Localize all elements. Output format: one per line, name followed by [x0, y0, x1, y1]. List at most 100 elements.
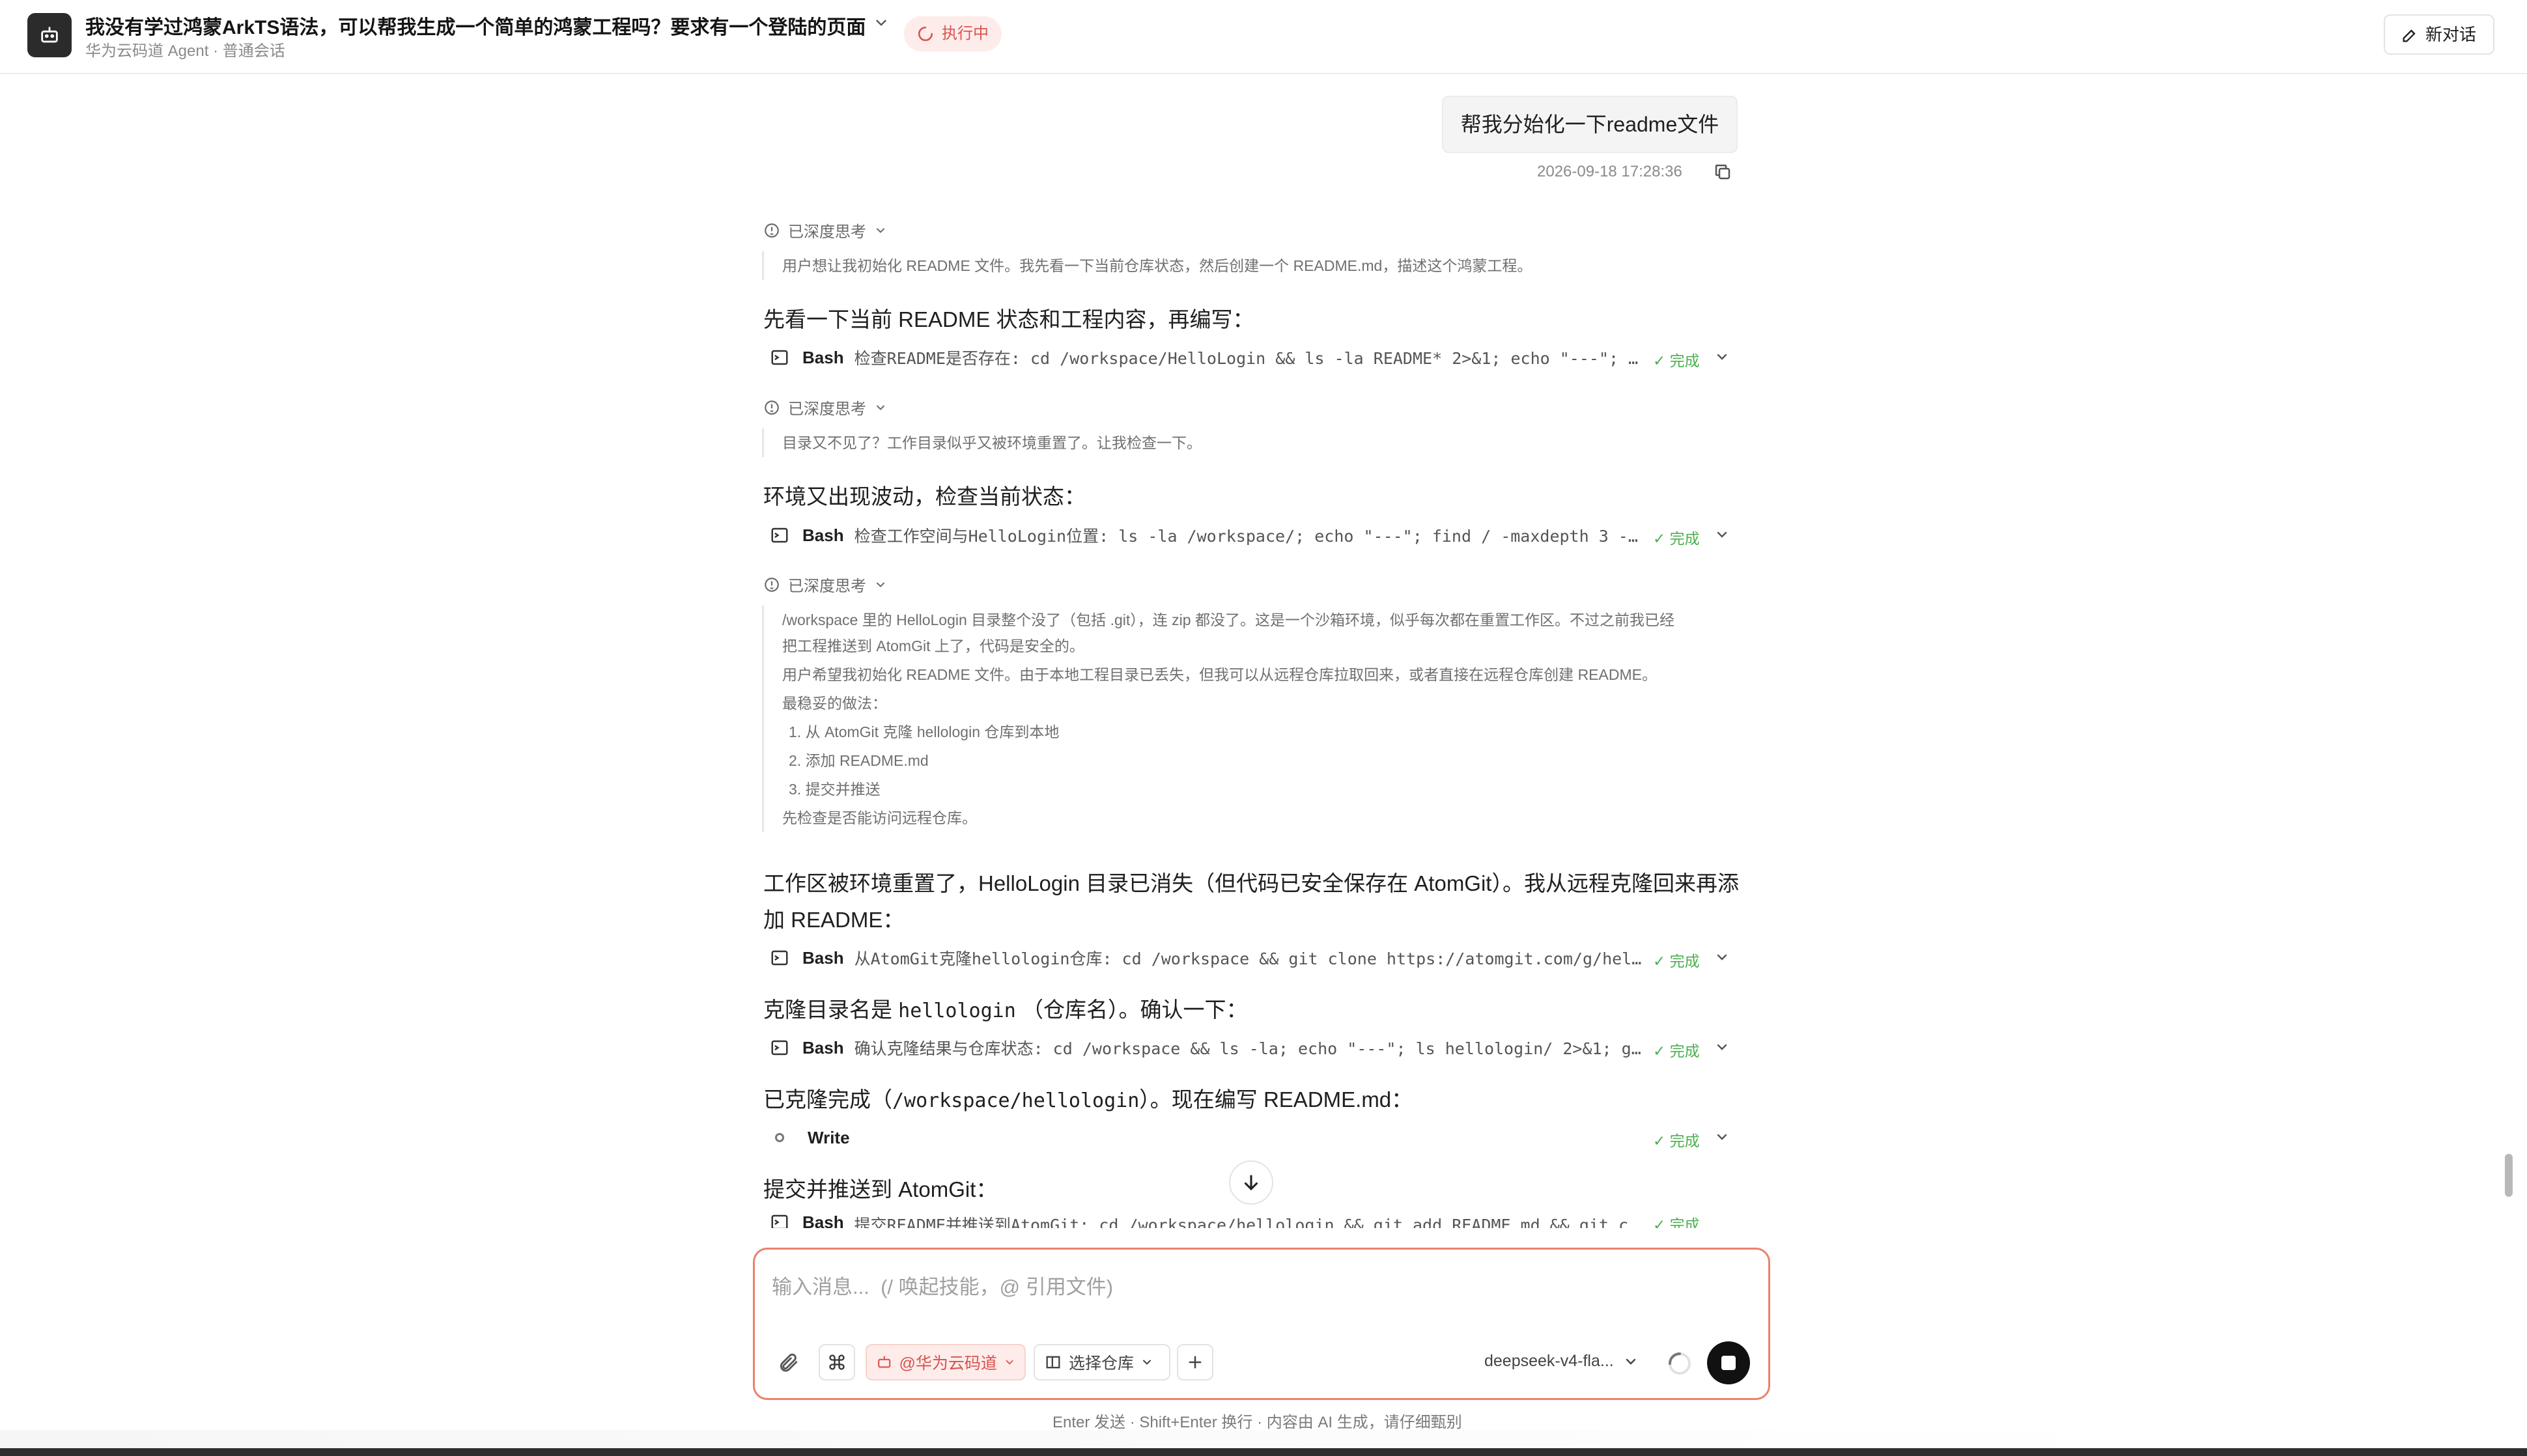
chevron-down-icon[interactable] — [1714, 527, 1730, 542]
tool-call-row[interactable]: Bash 检查工作空间与HelloLogin位置: ls -la /worksp… — [770, 521, 1734, 550]
stop-button[interactable] — [1707, 1341, 1750, 1384]
status-badge: 执行中 — [904, 16, 1002, 51]
paragraph-text: 已克隆完成（ — [763, 1087, 892, 1112]
thinking-line: 3. 提交并推送 — [789, 781, 881, 798]
repo-label: 选择仓库 — [1069, 1354, 1135, 1373]
tool-name: Bash — [802, 1212, 844, 1228]
tool-status: ✓ 完成 — [1653, 1043, 1700, 1059]
tool-status: ✓ 完成 — [1653, 1216, 1700, 1228]
thinking-bulb-icon — [765, 223, 779, 238]
tool-status: ✓ 完成 — [1653, 1132, 1700, 1149]
assistant-paragraph: 已克隆完成（/workspace/hellologin）。现在编写 README… — [763, 1081, 1413, 1120]
paragraph-text: ）。现在编写 README.md： — [1139, 1087, 1413, 1112]
tool-call-row[interactable]: Bash 检查README是否存在: cd /workspace/HelloLo… — [770, 343, 1734, 372]
arrow-down-icon — [1244, 1175, 1258, 1191]
thinking-content: 用户想让我初始化 README 文件。我先看一下当前仓库状态，然后创建一个 RE… — [762, 251, 1532, 280]
thinking-line: 最稳妥的做法： — [782, 695, 887, 712]
chevron-down-icon[interactable] — [1714, 1039, 1730, 1055]
inline-code: hellologin — [898, 1000, 1016, 1022]
repo-selector[interactable]: 选择仓库 — [1034, 1344, 1170, 1380]
terminal-icon — [771, 527, 788, 543]
tool-name: Bash — [802, 525, 844, 545]
new-chat-button[interactable]: 新对话 — [2384, 14, 2494, 55]
repository-icon — [1046, 1356, 1060, 1369]
assistant-paragraph: 提交并推送到 AtomGit： — [763, 1177, 998, 1201]
thinking-label: 已深度思考 — [788, 400, 866, 418]
tool-command: 检查README是否存在: cd /workspace/HelloLogin &… — [854, 349, 1643, 368]
assistant-paragraph: 环境又出现波动，检查当前状态： — [763, 484, 1086, 509]
chevron-down-icon — [1006, 1360, 1013, 1365]
loading-icon — [918, 26, 933, 42]
thinking-line: /workspace 里的 HelloLogin 目录整个没了（包括 .git）… — [782, 611, 1674, 628]
tool-name: Bash — [802, 1037, 844, 1057]
thinking-toggle[interactable]: 已深度思考 — [763, 219, 887, 242]
chevron-down-icon[interactable] — [1714, 349, 1730, 365]
scrollbar-thumb[interactable] — [2505, 1154, 2513, 1197]
model-label: deepseek-v4-fla... — [1484, 1352, 1614, 1370]
thinking-label: 已深度思考 — [788, 223, 866, 241]
chevron-down-icon[interactable] — [1714, 1129, 1730, 1145]
tool-call-row[interactable]: Bash 提交README并推送到AtomGit: cd /workspace/… — [770, 1212, 1734, 1228]
message-timestamp: 2026-09-18 17:28:36 — [1537, 163, 1682, 180]
assistant-paragraph: 先看一下当前 README 状态和工程内容，再编写： — [763, 307, 1254, 331]
tool-name: Write — [808, 1127, 850, 1147]
terminal-icon — [771, 950, 788, 966]
thinking-label: 已深度思考 — [788, 578, 866, 595]
chevron-down-icon — [1626, 1358, 1635, 1365]
chevron-down-icon — [877, 228, 884, 233]
thinking-bulb-icon — [765, 400, 779, 415]
loading-spinner-icon — [1669, 1352, 1691, 1375]
message-input[interactable] — [772, 1270, 1749, 1304]
tool-call-row[interactable]: Write ✓ 完成 — [770, 1123, 1734, 1152]
chevron-down-icon — [1143, 1360, 1151, 1365]
assistant-paragraph: 加 README： — [763, 908, 905, 932]
thinking-line: 目录又不见了？工作目录似乎又被环境重置了。让我检查一下。 — [782, 434, 1202, 451]
command-button[interactable] — [819, 1344, 855, 1380]
thinking-line: 先检查是否能访问远程仓库。 — [782, 809, 977, 826]
tool-command: 从AtomGit克隆hellologin仓库: cd /workspace &&… — [854, 949, 1643, 968]
thinking-toggle[interactable]: 已深度思考 — [763, 573, 887, 596]
tool-status: ✓ 完成 — [1653, 352, 1700, 369]
thinking-line: 用户希望我初始化 README 文件。由于本地工程目录已丢失，但我可以从远程仓库… — [782, 666, 1657, 683]
thinking-bulb-icon — [765, 577, 779, 592]
stop-icon — [1721, 1356, 1736, 1370]
conversation-title[interactable]: 我没有学过鸿蒙ArkTS语法，可以帮我生成一个简单的鸿蒙工程吗？要求有一个登陆的… — [85, 11, 866, 40]
agent-robot-icon — [27, 13, 72, 57]
thinking-toggle[interactable]: 已深度思考 — [763, 396, 887, 419]
inline-code: /workspace/hellologin — [892, 1089, 1140, 1112]
tool-call-row[interactable]: Bash 从AtomGit克隆hellologin仓库: cd /workspa… — [770, 944, 1734, 972]
tool-status: ✓ 完成 — [1653, 953, 1700, 970]
terminal-icon — [771, 1040, 788, 1056]
bottom-fade — [0, 1430, 2149, 1448]
tool-call-row[interactable]: Bash 确认克隆结果与仓库状态: cd /workspace && ls -l… — [770, 1033, 1734, 1062]
thinking-content: 目录又不见了？工作目录似乎又被环境重置了。让我检查一下。 — [762, 428, 1202, 457]
assistant-paragraph: 工作区被环境重置了，HelloLogin 目录已消失（但代码已安全保存在 Ato… — [763, 871, 1739, 895]
paragraph-text: 克隆目录名是 — [763, 998, 899, 1022]
chevron-down-icon[interactable] — [1714, 949, 1730, 965]
skill-selector[interactable]: @华为云码道 — [866, 1344, 1026, 1380]
assistant-paragraph: 克隆目录名是 hellologin （仓库名）。确认一下： — [763, 991, 1247, 1030]
window-bottom-edge — [0, 1448, 2527, 1456]
chevron-down-icon — [877, 405, 884, 410]
tool-name: Bash — [802, 347, 844, 367]
command-icon — [829, 1354, 845, 1370]
status-label: 执行中 — [942, 25, 989, 42]
add-button[interactable] — [1177, 1344, 1213, 1380]
paperclip-icon[interactable] — [777, 1352, 799, 1374]
new-chat-label: 新对话 — [2425, 25, 2477, 44]
edit-icon — [2403, 29, 2416, 42]
terminal-icon — [771, 350, 788, 365]
thinking-line: 2. 添加 README.md — [789, 752, 929, 769]
thinking-line: 用户想让我初始化 README 文件。我先看一下当前仓库状态，然后创建一个 RE… — [782, 257, 1532, 274]
scroll-to-bottom-button[interactable] — [1229, 1160, 1273, 1205]
chevron-down-icon[interactable] — [873, 14, 890, 31]
user-message-bubble: 帮我分始化一下readme文件 — [1442, 96, 1738, 153]
copy-icon[interactable] — [1713, 162, 1732, 182]
tool-status: ✓ 完成 — [1653, 530, 1700, 547]
paragraph-text: （仓库名）。确认一下： — [1015, 998, 1248, 1022]
tool-command: 确认克隆结果与仓库状态: cd /workspace && ls -la; ec… — [854, 1039, 1643, 1058]
terminal-icon — [771, 1214, 788, 1228]
footer-hint: Enter 发送 · Shift+Enter 换行 · 内容由 AI 生成，请仔… — [1052, 1414, 1462, 1431]
tool-name: Bash — [802, 947, 844, 968]
model-selector[interactable]: deepseek-v4-fla... — [1484, 1352, 1639, 1371]
